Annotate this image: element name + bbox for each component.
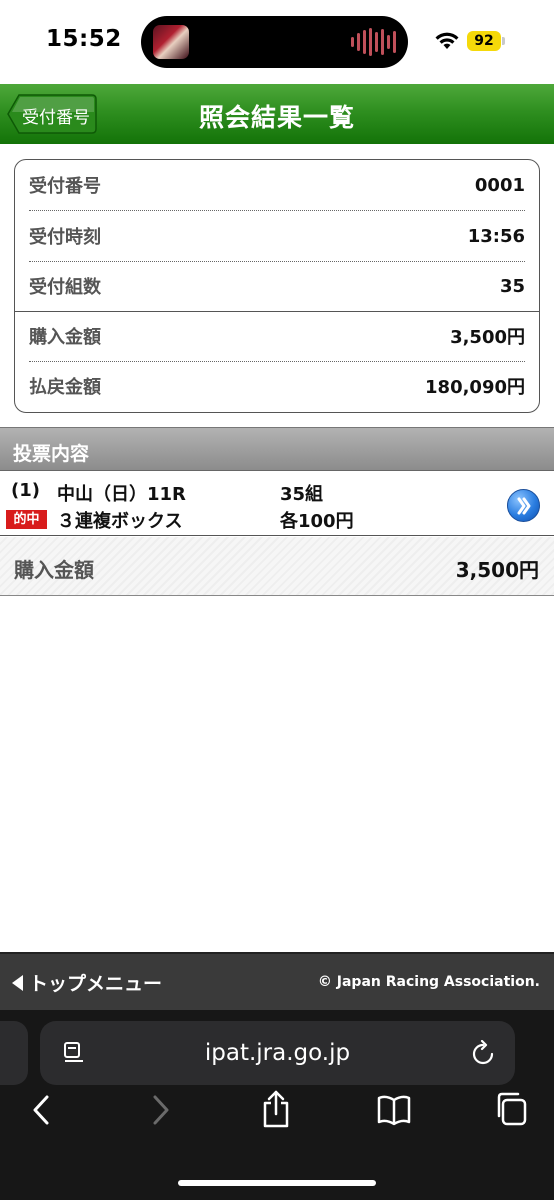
back-icon[interactable] — [30, 1093, 52, 1127]
summary-value: 35 — [499, 275, 525, 297]
summary-row-receipt-time: 受付時刻 13:56 — [29, 211, 525, 261]
summary-label: 受付番号 — [29, 176, 101, 197]
tabs-icon[interactable] — [494, 1091, 528, 1127]
share-icon[interactable] — [260, 1089, 292, 1129]
summary-value: 0001 — [474, 174, 525, 196]
summary-label: 払戻金額 — [29, 377, 101, 398]
app-header: 受付番号 照会結果一覧 — [0, 84, 554, 144]
chevron-right-icon — [517, 497, 531, 515]
summary-row-receipt-number: 受付番号 0001 — [29, 160, 525, 210]
reload-icon[interactable] — [471, 1040, 495, 1066]
purchase-total-row: 購入金額 3,500円 — [0, 537, 554, 596]
dynamic-island[interactable] — [141, 16, 408, 68]
summary-label: 購入金額 — [29, 327, 101, 348]
previous-tab-preview[interactable] — [0, 1021, 28, 1085]
section-title: 投票内容 — [13, 443, 90, 465]
copyright-text: © Japan Racing Association. — [317, 974, 540, 990]
wifi-icon — [435, 32, 459, 49]
summary-row-purchase-amount: 購入金額 3,500円 — [29, 311, 525, 361]
bookmarks-icon[interactable] — [376, 1094, 412, 1126]
summary-label: 受付組数 — [29, 277, 101, 298]
url-text: ipat.jra.go.jp — [204, 1040, 351, 1066]
audio-waveform-icon — [351, 28, 396, 56]
status-time: 15:52 — [46, 26, 122, 52]
total-value: 3,500円 — [455, 558, 539, 582]
status-bar: 15:52 92 — [0, 0, 554, 84]
summary-value: 13:56 — [467, 225, 525, 247]
summary-value: 180,090円 — [425, 377, 525, 398]
bet-contents-header: 投票内容 — [0, 427, 554, 471]
now-playing-artwork — [153, 25, 189, 59]
back-triangle-icon — [12, 975, 23, 991]
receipt-summary: 受付番号 0001 受付時刻 13:56 受付組数 35 購入金額 3,500円… — [14, 159, 540, 413]
summary-row-payout-amount: 払戻金額 180,090円 — [29, 361, 525, 411]
forward-icon[interactable] — [150, 1093, 172, 1127]
bet-unit-amount: 各100円 — [280, 511, 354, 532]
bet-combos: 35組 — [280, 484, 324, 505]
bet-item[interactable]: (1) 中山（日）11R 35組 的中 ３連複ボックス 各100円 — [0, 471, 554, 536]
battery-level: 92 — [467, 31, 501, 51]
bet-detail-button[interactable] — [507, 489, 540, 522]
home-indicator[interactable] — [178, 1180, 376, 1186]
top-menu-label: トップメニュー — [29, 973, 163, 995]
summary-value: 3,500円 — [450, 327, 525, 348]
bet-number: (1) — [11, 480, 40, 501]
page-title: 照会結果一覧 — [198, 103, 355, 132]
top-menu-link[interactable]: トップメニュー — [12, 969, 162, 996]
bet-type: ３連複ボックス — [57, 511, 183, 532]
hit-badge: 的中 — [6, 510, 47, 529]
summary-row-combo-count: 受付組数 35 — [29, 261, 525, 311]
total-label: 購入金額 — [14, 558, 94, 582]
address-bar[interactable]: ipat.jra.go.jp — [40, 1021, 515, 1085]
battery-tip — [502, 37, 505, 45]
summary-label: 受付時刻 — [29, 227, 101, 248]
site-footer: トップメニュー © Japan Racing Association. — [0, 952, 554, 1010]
bet-race: 中山（日）11R — [57, 484, 186, 505]
